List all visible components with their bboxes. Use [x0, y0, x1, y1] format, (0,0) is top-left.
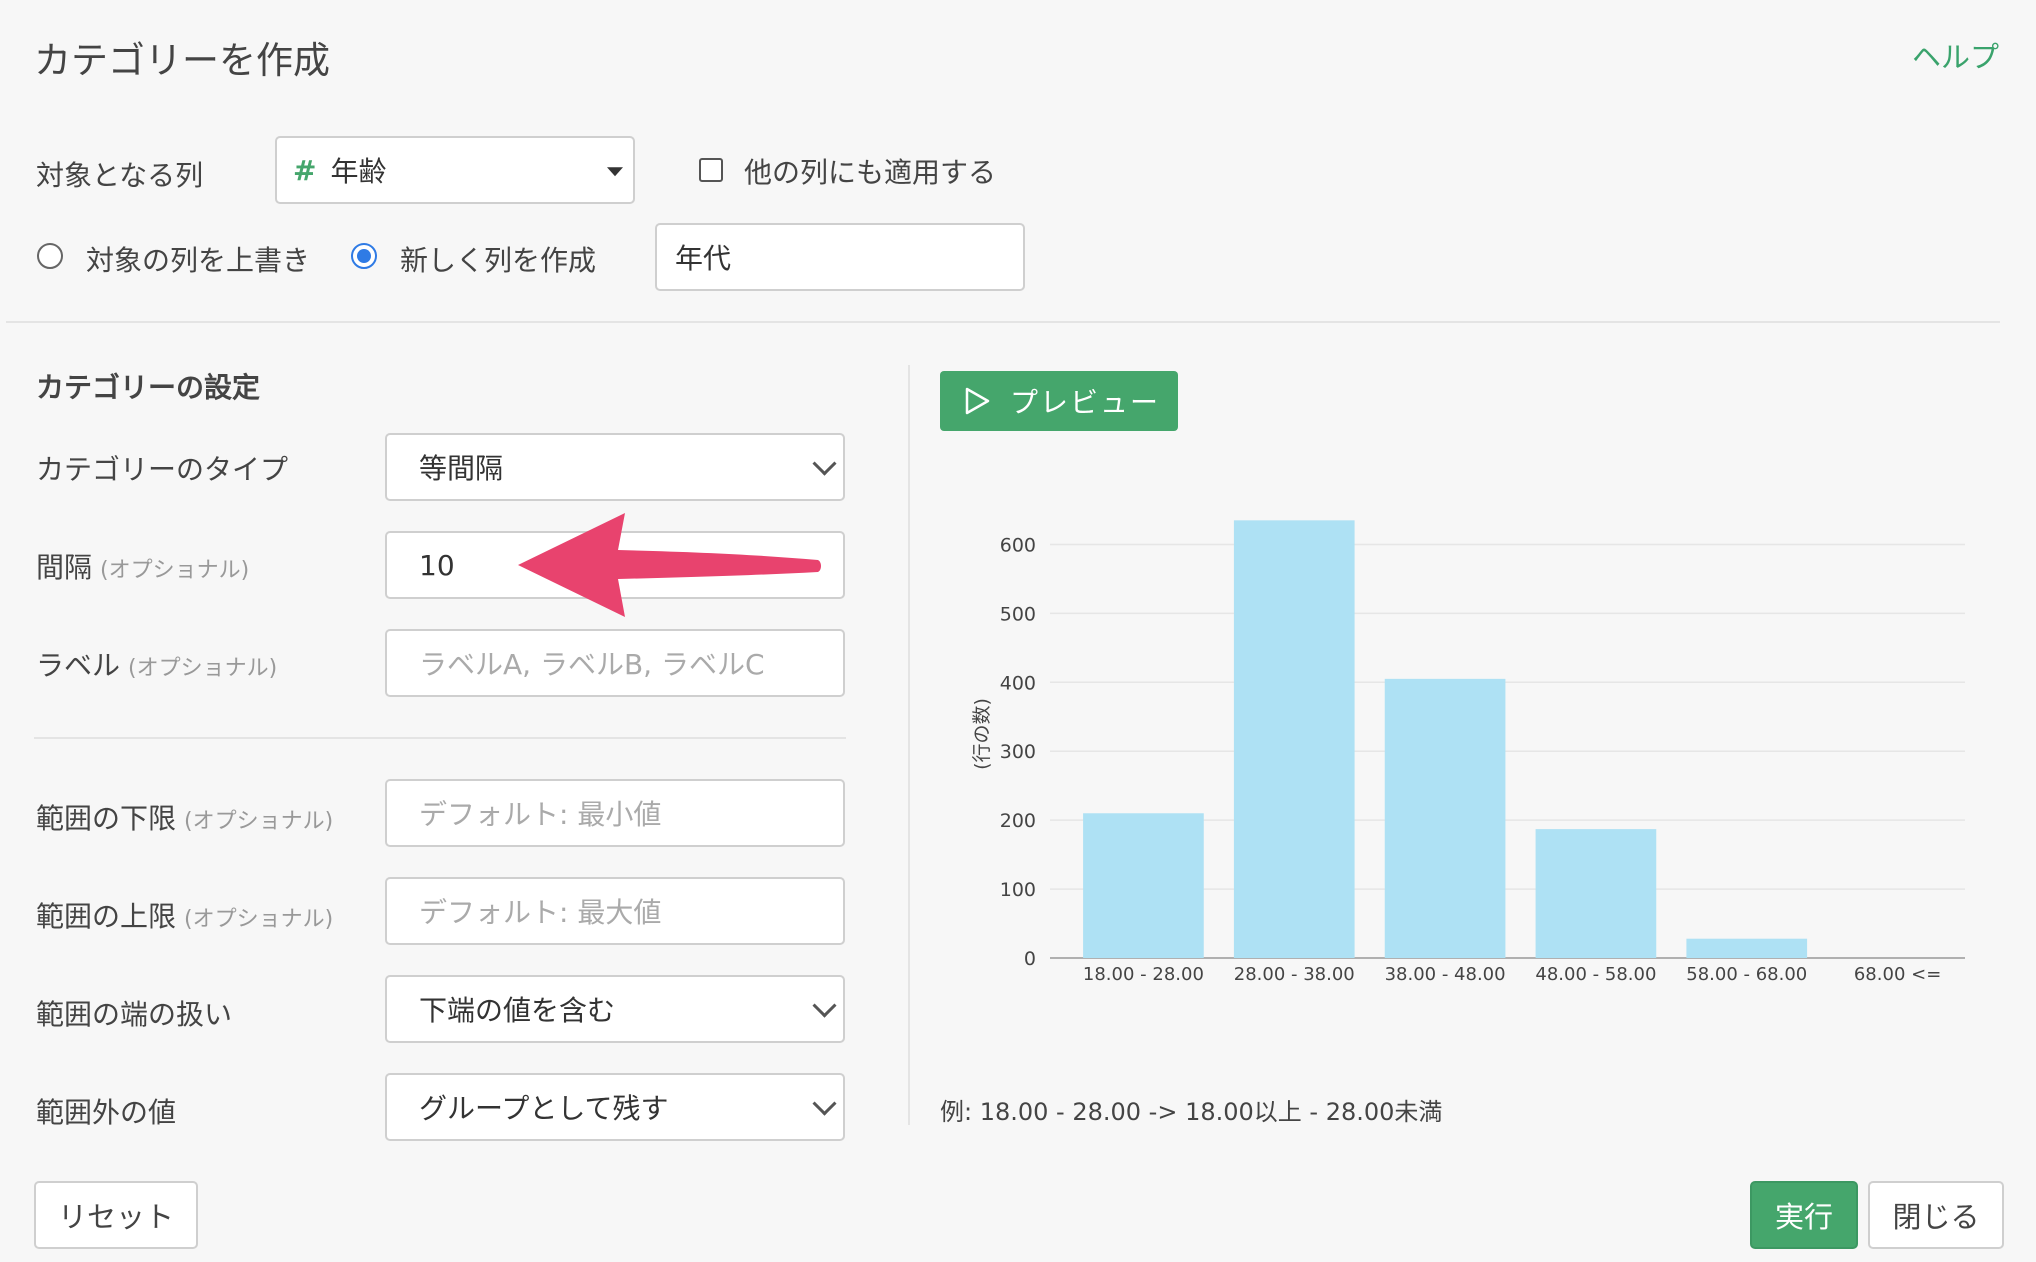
labels-placeholder: ラベルA, ラベルB, ラベルC: [419, 648, 765, 681]
upper-bound-label: 範囲の上限 (オプショナル): [36, 895, 333, 935]
outside-values-label: 範囲外の値: [36, 1096, 177, 1129]
edge-handling-select[interactable]: 下端の値を含む: [385, 975, 845, 1043]
y-tick-label: 100: [1000, 879, 1036, 901]
edge-handling-value: 下端の値を含む: [419, 994, 616, 1027]
chevron-down-icon: [812, 993, 837, 1018]
lower-bound-label: 範囲の下限 (オプショナル): [36, 797, 333, 837]
settings-divider: [34, 737, 846, 739]
interval-value: 10: [419, 548, 455, 582]
numeric-hash-icon: #: [293, 153, 317, 187]
upper-bound-input[interactable]: デフォルト: 最大値: [385, 877, 845, 945]
upper-bound-label-text: 範囲の上限: [36, 900, 177, 933]
histogram-bar: [1083, 813, 1204, 958]
y-tick-label: 400: [1000, 672, 1036, 694]
interval-label: 間隔 (オプショナル): [36, 546, 249, 586]
category-type-label: カテゴリーのタイプ: [36, 453, 289, 486]
outside-values-value: グループとして残す: [419, 1092, 669, 1125]
overwrite-label: 対象の列を上書き: [86, 244, 311, 277]
chevron-down-icon: [812, 1091, 837, 1116]
x-tick-label: 68.00 <=: [1854, 964, 1941, 985]
y-axis-label: (行の数): [971, 698, 993, 770]
y-tick-label: 500: [1000, 603, 1036, 625]
target-column-select[interactable]: # 年齢: [275, 136, 635, 204]
optional-hint: (オプショナル): [184, 907, 334, 932]
outside-values-select[interactable]: グループとして残す: [385, 1073, 845, 1141]
overwrite-radio[interactable]: [37, 243, 63, 269]
upper-bound-placeholder: デフォルト: 最大値: [419, 896, 662, 929]
labels-label-text: ラベル: [36, 649, 121, 682]
histogram-bar: [1535, 829, 1657, 958]
new-column-name-input[interactable]: 年代: [655, 223, 1025, 291]
lower-bound-placeholder: デフォルト: 最小値: [419, 798, 662, 831]
histogram-bar: [1233, 520, 1355, 958]
apply-others-checkbox[interactable]: [699, 158, 723, 182]
y-tick-label: 300: [1000, 741, 1036, 763]
settings-title: カテゴリーの設定: [36, 371, 261, 404]
annotation-arrow: [518, 513, 821, 617]
interval-example-text: 例: 18.00 - 28.00 -> 18.00以上 - 28.00未満: [940, 1098, 1443, 1126]
y-tick-label: 0: [1024, 948, 1036, 970]
new-column-radio[interactable]: [351, 243, 377, 269]
optional-hint: (オプショナル): [184, 809, 334, 834]
caret-down-icon: [607, 167, 623, 177]
edge-handling-label: 範囲の端の扱い: [36, 998, 233, 1031]
optional-hint: (オプショナル): [100, 558, 250, 583]
category-type-value: 等間隔: [419, 452, 504, 485]
histogram-bar: [1384, 678, 1506, 958]
x-tick-label: 28.00 - 38.00: [1234, 964, 1355, 985]
dialog-title: カテゴリーを作成: [34, 39, 330, 82]
category-type-select[interactable]: 等間隔: [385, 433, 845, 501]
close-button[interactable]: 閉じる: [1868, 1181, 2004, 1249]
panel-divider: [908, 365, 910, 1125]
preview-histogram: 0 100 200 300 400 500 600 18.00 - 28.00 28.00 - …: [971, 520, 1965, 985]
new-column-name-value: 年代: [675, 242, 732, 275]
target-column-value: 年齢: [330, 155, 387, 188]
histogram-bar: [1686, 938, 1808, 958]
help-link[interactable]: ヘルプ: [1912, 34, 1999, 76]
interval-label-text: 間隔: [36, 551, 93, 584]
preview-button-label: プレビュー: [1010, 386, 1161, 419]
labels-label: ラベル (オプショナル): [36, 644, 277, 684]
x-tick-label: 48.00 - 58.00: [1535, 964, 1656, 985]
x-tick-label: 38.00 - 48.00: [1385, 964, 1506, 985]
lower-bound-label-text: 範囲の下限: [36, 802, 177, 835]
y-tick-label: 600: [1000, 534, 1036, 556]
reset-button[interactable]: リセット: [34, 1181, 198, 1249]
labels-input[interactable]: ラベルA, ラベルB, ラベルC: [385, 629, 845, 697]
run-button[interactable]: 実行: [1750, 1181, 1858, 1249]
lower-bound-input[interactable]: デフォルト: 最小値: [385, 779, 845, 847]
y-tick-label: 200: [1000, 810, 1036, 832]
preview-button[interactable]: プレビュー: [940, 371, 1178, 431]
x-tick-label: 58.00 - 68.00: [1686, 964, 1807, 985]
apply-others-label: 他の列にも適用する: [744, 156, 997, 189]
optional-hint: (オプショナル): [128, 656, 278, 681]
play-icon: [965, 387, 990, 415]
section-divider: [6, 321, 2000, 323]
chevron-down-icon: [812, 451, 837, 476]
x-tick-label: 18.00 - 28.00: [1083, 964, 1204, 985]
new-column-label: 新しく列を作成: [400, 244, 597, 277]
target-column-label: 対象となる列: [36, 159, 204, 192]
